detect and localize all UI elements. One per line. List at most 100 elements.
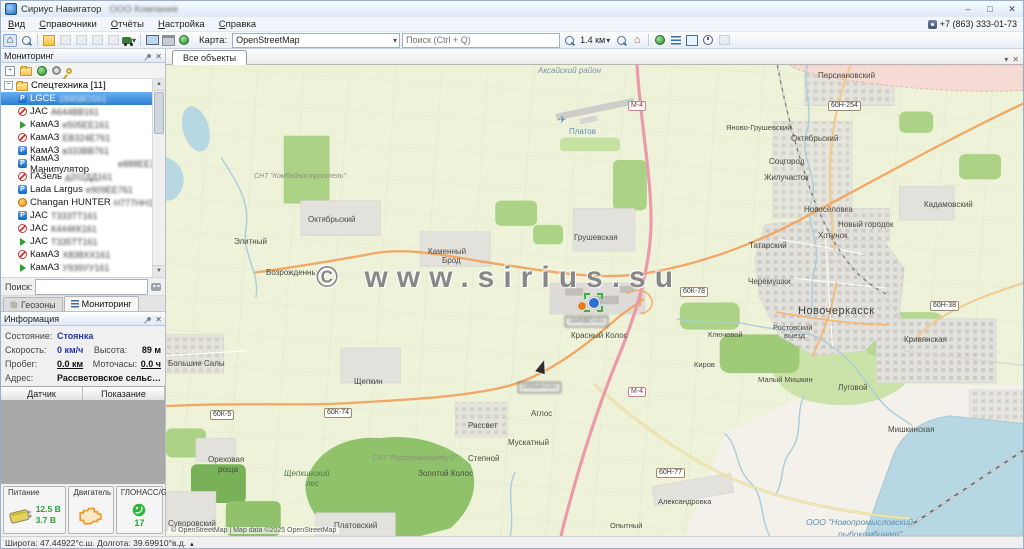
value-column[interactable]: Показание xyxy=(83,387,165,400)
zoom-in-button[interactable] xyxy=(562,34,576,47)
history-button[interactable] xyxy=(701,34,715,47)
vehicle-name: JAC xyxy=(30,236,48,247)
tab-list-icon[interactable] xyxy=(1004,55,1008,64)
mileage-value[interactable]: 0.0 км xyxy=(57,359,83,369)
vehicle-row[interactable]: Changan HUNTER Н777НН161 xyxy=(1,196,165,209)
vehicle-status-icon xyxy=(18,120,27,129)
satellite-count: 17 xyxy=(134,518,144,528)
vehicle-row[interactable]: КамАЗ ЕВ324Е761 xyxy=(1,131,165,144)
pin-icon[interactable] xyxy=(146,53,152,59)
vehicle-marker-selected[interactable] xyxy=(588,297,600,309)
area-button[interactable] xyxy=(74,34,88,47)
coords-format-icon[interactable] xyxy=(190,538,194,548)
vehicle-row[interactable]: JAC А644ВВ161 xyxy=(1,105,165,118)
close-icon[interactable] xyxy=(155,314,162,324)
scroll-down-icon[interactable] xyxy=(153,265,165,277)
collapse-icon[interactable] xyxy=(4,81,13,90)
monitoring-panel-header: Мониторинг xyxy=(1,49,165,63)
tree-scrollbar[interactable] xyxy=(152,79,165,277)
export-button[interactable] xyxy=(177,34,191,47)
status-boxes: Питание 12.5 В 3.7 В Двигатель xyxy=(1,484,165,536)
tab-label: Мониторинг xyxy=(82,299,132,309)
maximize-button[interactable] xyxy=(979,2,1001,16)
expand-all-icon[interactable] xyxy=(5,66,15,76)
pin-icon[interactable] xyxy=(146,316,152,322)
vehicle-status-icon xyxy=(18,211,27,220)
tab-close-icon[interactable] xyxy=(1012,55,1019,64)
toolbar-separator xyxy=(648,34,649,46)
sidebar-tab[interactable]: Мониторинг xyxy=(64,296,139,311)
engine-hours-label: Моточасы: xyxy=(93,359,141,369)
vehicle-menu-button[interactable] xyxy=(122,34,136,47)
home-red-icon xyxy=(634,34,641,46)
tab-label: Геозоны xyxy=(21,300,56,310)
vehicle-row[interactable]: КамАЗ в333ВВ761 xyxy=(1,144,165,157)
marker-plate-label[interactable]: 2456АН161 xyxy=(518,382,561,393)
list-icon xyxy=(671,36,681,45)
objects-list-button[interactable] xyxy=(669,34,683,47)
measure-button[interactable] xyxy=(58,34,72,47)
address-value: Рассветовское сельское поселен... xyxy=(57,373,161,383)
sensor-column[interactable]: Датчик xyxy=(1,387,83,400)
menu-item[interactable]: Справочники xyxy=(32,19,104,30)
track-button[interactable] xyxy=(106,34,120,47)
folder-icon[interactable] xyxy=(20,67,32,76)
close-icon[interactable] xyxy=(155,51,162,61)
globe-button[interactable] xyxy=(653,34,667,47)
home-location-button[interactable] xyxy=(630,34,644,47)
vehicle-row[interactable]: КамАЗ Х838ХХ161 xyxy=(1,248,165,261)
search-input[interactable] xyxy=(402,33,560,48)
map-canvas[interactable]: Аксайский район✈ПлатовГрушевскаяСНТ "Ком… xyxy=(166,65,1023,536)
vehicle-plate: ЕВ324Е761 xyxy=(62,133,110,143)
find-on-map-button[interactable] xyxy=(614,34,628,47)
print-button[interactable] xyxy=(161,34,175,47)
sensor-table-body xyxy=(1,401,165,484)
sidebar-tab[interactable]: Геозоны xyxy=(3,297,63,311)
vehicle-row[interactable]: ГАЗель д202ДД161 xyxy=(1,170,165,183)
sidebar-search-input[interactable] xyxy=(35,279,148,295)
binoculars-icon[interactable] xyxy=(151,283,161,291)
vehicle-status-icon xyxy=(18,133,27,142)
menu-bar: ВидСправочникиОтчётыНастройкаСправка +7 … xyxy=(1,17,1023,32)
vehicle-name: КамАЗ xyxy=(30,249,59,260)
key-icon[interactable] xyxy=(65,66,73,74)
engine-hours-value[interactable]: 0.0 ч xyxy=(141,359,161,369)
menu-item[interactable]: Отчёты xyxy=(104,19,151,30)
vehicle-row[interactable]: JAC Т335ТТ161 xyxy=(1,235,165,248)
home-view-button[interactable] xyxy=(3,34,17,47)
menu-item[interactable]: Настройка xyxy=(151,19,212,30)
layers-button[interactable] xyxy=(717,34,731,47)
fullscreen-button[interactable] xyxy=(685,34,699,47)
vehicle-row[interactable]: LGCE 1845ВО161 xyxy=(1,92,165,105)
monitor-button[interactable] xyxy=(145,34,159,47)
voltage-main: 12.5 В xyxy=(36,504,61,515)
vehicle-name: ГАЗель xyxy=(30,171,62,182)
gear-icon[interactable] xyxy=(52,66,61,75)
scroll-up-icon[interactable] xyxy=(153,79,165,91)
vehicle-plate: д202ДД161 xyxy=(65,172,112,182)
map-tab-all-objects[interactable]: Все объекты xyxy=(172,50,247,65)
scroll-thumb[interactable] xyxy=(154,92,164,134)
vehicle-row[interactable]: КамАЗ Манипулятор е888ЕЕ161 xyxy=(1,157,165,170)
minimize-button[interactable] xyxy=(957,2,979,16)
scale-value: 1.4 км xyxy=(580,35,605,45)
vehicle-row[interactable]: Lada Largus е909ЕЕ761 xyxy=(1,183,165,196)
route-button[interactable] xyxy=(90,34,104,47)
menu-item[interactable]: Вид xyxy=(1,19,32,30)
vehicle-row[interactable]: КамАЗ е505ЕЕ161 xyxy=(1,118,165,131)
close-button[interactable] xyxy=(1001,2,1023,16)
menu-item[interactable]: Справка xyxy=(212,19,263,30)
globe-icon[interactable] xyxy=(37,66,47,76)
vehicle-row[interactable]: JAC Т333ТТ161 xyxy=(1,209,165,222)
vehicle-status-icon xyxy=(18,250,27,259)
search-tool-button[interactable] xyxy=(19,34,33,47)
vehicle-marker-orange[interactable] xyxy=(577,301,587,311)
scale-dropdown[interactable]: 1.4 км xyxy=(578,35,612,45)
marker-plate-label[interactable]: 1845ВО161 xyxy=(565,316,608,327)
vehicle-row[interactable]: JAC К444КК161 xyxy=(1,222,165,235)
select-region-button[interactable] xyxy=(42,34,56,47)
vehicle-group-row[interactable]: Спецтехника [11] xyxy=(1,79,165,92)
vehicle-row[interactable]: КамАЗ У939УУ161 xyxy=(1,261,165,274)
vehicle-status-icon xyxy=(18,107,27,116)
map-provider-select[interactable]: OpenStreetMap xyxy=(232,33,400,48)
